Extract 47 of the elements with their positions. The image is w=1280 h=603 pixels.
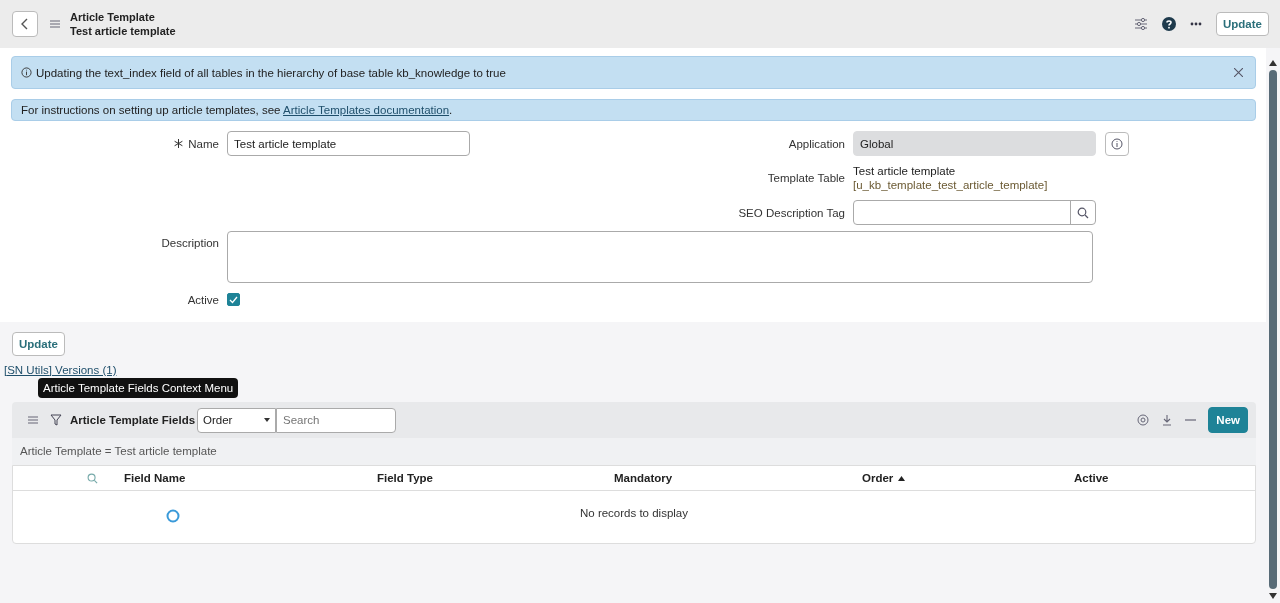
- minimize-icon[interactable]: [1185, 419, 1197, 421]
- info-message: Updating the text_index field of all tables in the hierarchy of base table kb_knowledge to true: [36, 66, 506, 79]
- sort-field-dropdown[interactable]: Order: [197, 407, 277, 433]
- versions-link[interactable]: [SN Utils] Versions (1): [4, 364, 117, 376]
- gear-icon[interactable]: [1137, 414, 1150, 426]
- search-field[interactable]: Search: [276, 407, 397, 433]
- list-title: Article Template Fields: [70, 414, 196, 426]
- scroll-down-icon[interactable]: [1269, 593, 1277, 599]
- new-button[interactable]: New: [1208, 407, 1248, 433]
- seo-description-field[interactable]: [853, 200, 1096, 225]
- update-button[interactable]: Update: [12, 332, 65, 356]
- column-header[interactable]: Order: [862, 472, 894, 484]
- filter-breadcrumb[interactable]: Article Template = Test article template: [20, 445, 217, 457]
- field-value: [u_kb_template_test_article_template]: [853, 178, 1048, 192]
- column-header[interactable]: Field Type: [377, 472, 434, 484]
- info-icon: [21, 67, 32, 78]
- name-field[interactable]: Test article template: [227, 131, 470, 156]
- column-header[interactable]: Field Name: [124, 472, 186, 484]
- update-button[interactable]: Update: [1216, 12, 1269, 36]
- search-icon[interactable]: [1077, 206, 1089, 219]
- field-label: Active: [187, 293, 219, 306]
- info-icon: [1111, 137, 1123, 150]
- column-header[interactable]: Mandatory: [614, 472, 673, 484]
- tooltip: Article Template Fields Context Menu: [38, 378, 239, 398]
- field-label: Name: [188, 137, 219, 150]
- active-checkbox[interactable]: [227, 293, 240, 306]
- empty-message: No records to display: [580, 507, 688, 521]
- info-button[interactable]: [1105, 131, 1129, 156]
- record-type-title: Article Template: [70, 10, 156, 24]
- more-icon[interactable]: [1190, 22, 1202, 26]
- field-value: Test article template: [853, 164, 957, 178]
- help-icon[interactable]: [1162, 17, 1176, 31]
- sliders-icon[interactable]: [1134, 18, 1148, 30]
- field-label: Application: [788, 137, 845, 150]
- filter-icon[interactable]: [50, 414, 62, 426]
- record-title: Test article template: [70, 24, 176, 38]
- description-field[interactable]: [227, 231, 1093, 283]
- download-icon[interactable]: [1161, 414, 1174, 426]
- column-header[interactable]: Active: [1074, 472, 1109, 484]
- field-label: SEO Description Tag: [738, 206, 845, 219]
- field-label: Description: [161, 237, 219, 249]
- caret-icon: [264, 418, 271, 422]
- close-icon[interactable]: [1234, 68, 1243, 77]
- application-field[interactable]: Global: [853, 131, 1096, 156]
- scroll-up-icon[interactable]: [1269, 60, 1277, 66]
- field-label: Template Table: [767, 172, 845, 184]
- instruction-message: For instructions on setting up article templates, see Article Templates documentation.: [21, 104, 453, 116]
